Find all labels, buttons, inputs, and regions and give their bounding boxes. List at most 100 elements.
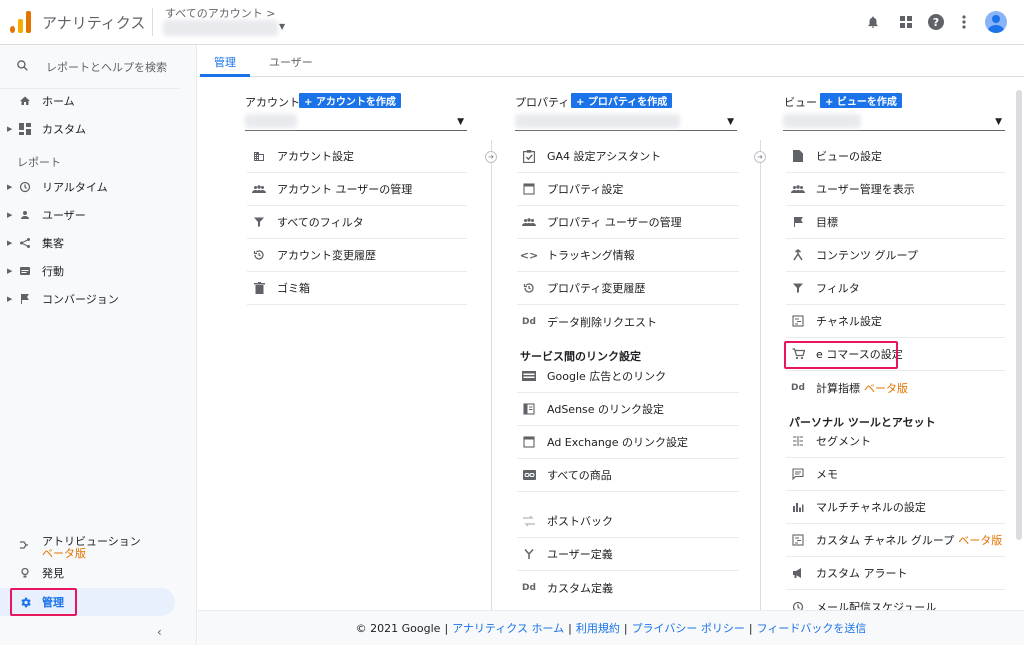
tracking-info-item[interactable]: <> トラッキング情報 xyxy=(517,239,739,272)
bar-chart-icon xyxy=(790,501,806,513)
google-ads-icon xyxy=(521,371,537,381)
sidebar-item-discover[interactable]: 発見 xyxy=(0,561,180,585)
collapse-sidebar-icon[interactable]: ‹ xyxy=(157,625,162,639)
item-label: プロパティ ユーザーの管理 xyxy=(547,216,682,229)
sidebar-item-users[interactable]: ▶ ユーザー xyxy=(0,203,180,227)
item-label: 目標 xyxy=(816,216,838,229)
sidebar-item-realtime[interactable]: ▶ リアルタイム xyxy=(0,175,180,199)
home-icon xyxy=(18,94,32,108)
beta-badge: ベータ版 xyxy=(864,381,908,395)
tab-user[interactable]: ユーザー xyxy=(269,54,313,70)
behavior-icon xyxy=(18,264,32,278)
item-label: ユーザー管理を表示 xyxy=(816,183,915,196)
data-deletion-request-item[interactable]: Dd データ削除リクエスト xyxy=(517,305,739,338)
item-label: セグメント xyxy=(816,435,871,448)
people-icon xyxy=(251,184,267,194)
create-account-button[interactable]: + アカウントを作成 xyxy=(299,93,401,108)
dd-icon: Dd xyxy=(791,382,805,393)
sidebar-item-custom[interactable]: ▶ カスタム xyxy=(0,117,180,141)
trash-icon xyxy=(251,282,267,294)
user-avatar[interactable] xyxy=(985,11,1007,33)
property-user-management-item[interactable]: プロパティ ユーザーの管理 xyxy=(517,206,739,239)
dropdown-arrow-icon: ▼ xyxy=(995,117,1002,127)
send-feedback-link[interactable]: フィードバックを送信 xyxy=(757,620,867,636)
content-grouping-item[interactable]: コンテンツ グループ xyxy=(786,239,1005,272)
ad-exchange-link-item[interactable]: Ad Exchange のリンク設定 xyxy=(517,426,739,459)
notifications-bell-icon[interactable] xyxy=(864,13,882,31)
adsense-link-item[interactable]: AdSense のリンク設定 xyxy=(517,393,739,426)
terms-link[interactable]: 利用規約 xyxy=(576,620,620,636)
property-change-history-item[interactable]: プロパティ変更履歴 xyxy=(517,272,739,305)
property-settings-item[interactable]: プロパティ設定 xyxy=(517,173,739,206)
analytics-logo-icon[interactable] xyxy=(10,11,32,33)
link-icon xyxy=(521,470,537,480)
sidebar-item-conversions[interactable]: ▶ コンバージョン xyxy=(0,287,180,311)
item-label: マルチチャネルの設定 xyxy=(816,501,926,514)
sidebar-item-acquisition[interactable]: ▶ 集客 xyxy=(0,231,180,255)
account-selector[interactable]: ▼ xyxy=(245,113,467,131)
item-label: ビューの設定 xyxy=(816,150,882,163)
sidebar-item-label: リアルタイム xyxy=(42,181,108,194)
beta-badge: ベータ版 xyxy=(42,547,86,560)
ad-exchange-icon xyxy=(521,436,537,448)
postback-item[interactable]: ポストバック xyxy=(517,505,739,538)
property-column-title: プロパティ xyxy=(515,96,570,109)
all-products-item[interactable]: すべての商品 xyxy=(517,459,739,492)
person-icon xyxy=(18,208,32,222)
multichannel-settings-item[interactable]: マルチチャネルの設定 xyxy=(786,491,1005,524)
item-label: 計算指標 xyxy=(816,381,860,395)
sidebar-item-home[interactable]: ホーム xyxy=(0,89,180,113)
account-change-history-item[interactable]: アカウント変更履歴 xyxy=(247,239,467,272)
create-property-button[interactable]: + プロパティを作成 xyxy=(571,93,673,108)
scrollbar[interactable] xyxy=(1016,90,1022,540)
view-selector[interactable]: ▼ xyxy=(783,113,1005,131)
custom-alerts-item[interactable]: カスタム アラート xyxy=(786,557,1005,590)
custom-channel-grouping-item[interactable]: カスタム チャネル グループ ベータ版 xyxy=(786,524,1005,557)
ga4-setup-assistant-item[interactable]: GA4 設定アシスタント xyxy=(517,140,739,173)
calculated-metrics-item[interactable]: Dd 計算指標 ベータ版 xyxy=(786,371,1005,404)
ecommerce-settings-item[interactable]: e コマースの設定 xyxy=(786,338,1005,371)
apps-grid-icon[interactable] xyxy=(897,13,915,31)
clock-icon xyxy=(18,180,32,194)
view-settings-item[interactable]: ビューの設定 xyxy=(786,140,1005,173)
custom-definitions-item[interactable]: Dd カスタム定義 xyxy=(517,571,739,604)
segment-icon xyxy=(790,435,806,447)
history-icon xyxy=(251,249,267,261)
sidebar-item-admin[interactable]: 管理 xyxy=(0,590,180,614)
view-user-management-item[interactable]: ユーザー管理を表示 xyxy=(786,173,1005,206)
user-definition-item[interactable]: ユーザー定義 xyxy=(517,538,739,571)
account-settings-item[interactable]: アカウント設定 xyxy=(247,140,467,173)
account-dropdown-icon[interactable]: ▼ xyxy=(279,22,285,31)
view-filters-item[interactable]: フィルタ xyxy=(786,272,1005,305)
item-label: ポストバック xyxy=(547,515,613,528)
channel-icon xyxy=(790,534,806,546)
help-icon[interactable]: ? xyxy=(927,13,945,31)
megaphone-icon xyxy=(790,567,806,579)
all-filters-item[interactable]: すべてのフィルタ xyxy=(247,206,467,239)
sidebar-item-attribution[interactable]: アトリビューション ベータ版 xyxy=(0,531,180,561)
sidebar-item-behavior[interactable]: ▶ 行動 xyxy=(0,259,180,283)
more-vert-icon[interactable] xyxy=(955,13,973,31)
property-settings-icon xyxy=(521,183,537,195)
item-label: すべてのフィルタ xyxy=(277,216,364,229)
google-ads-link-item[interactable]: Google 広告とのリンク xyxy=(517,360,739,393)
gear-icon xyxy=(18,595,32,609)
notes-item[interactable]: メモ xyxy=(786,458,1005,491)
property-selector-value-redacted xyxy=(515,114,680,128)
goals-item[interactable]: 目標 xyxy=(786,206,1005,239)
item-label: プロパティ設定 xyxy=(547,183,624,196)
reports-section-label: レポート xyxy=(17,156,61,169)
account-user-management-item[interactable]: アカウント ユーザーの管理 xyxy=(247,173,467,206)
create-view-button[interactable]: + ビューを作成 xyxy=(820,93,902,108)
channel-settings-item[interactable]: チャネル設定 xyxy=(786,305,1005,338)
property-selector[interactable]: ▼ xyxy=(515,113,737,131)
segments-item[interactable]: セグメント xyxy=(786,425,1005,458)
account-breadcrumb[interactable]: すべてのアカウント > xyxy=(165,5,276,21)
trash-item[interactable]: ゴミ箱 xyxy=(247,272,467,305)
analytics-home-link[interactable]: アナリティクス ホーム xyxy=(452,620,564,636)
sidebar-search[interactable]: レポートとヘルプを検索 xyxy=(0,53,180,81)
account-name-redacted[interactable] xyxy=(163,20,278,36)
item-label: ユーザー定義 xyxy=(547,548,613,561)
privacy-policy-link[interactable]: プライバシー ポリシー xyxy=(632,620,745,636)
tab-admin[interactable]: 管理 xyxy=(214,54,236,70)
